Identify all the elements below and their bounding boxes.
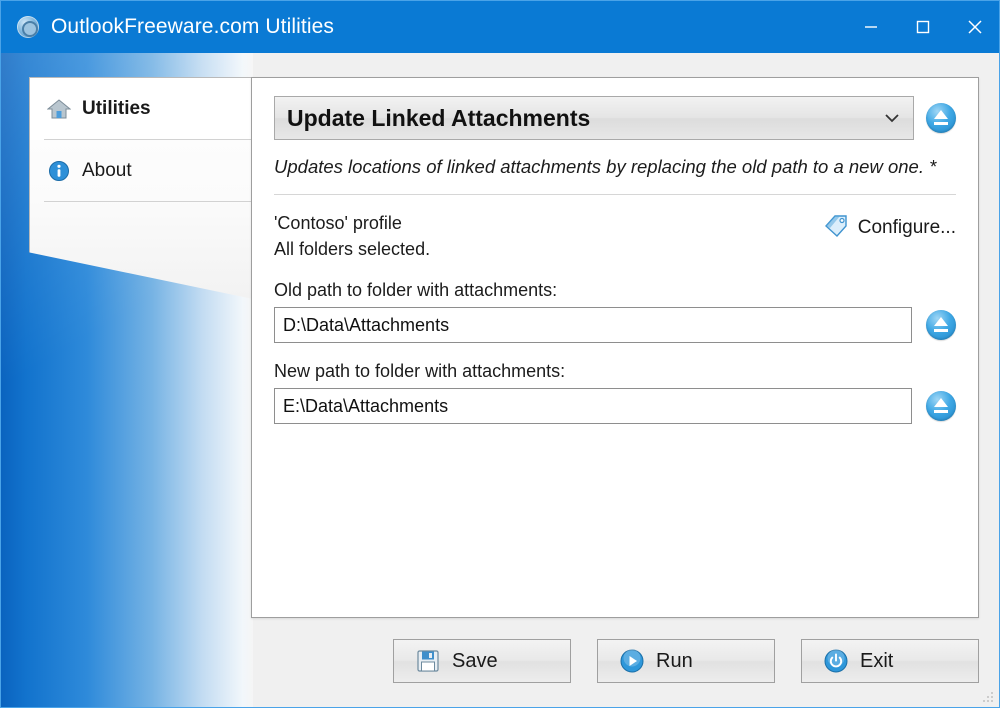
maximize-button[interactable] [897,1,949,53]
home-icon [46,98,72,120]
profile-folders: All folders selected. [274,238,431,259]
save-button-label: Save [452,649,498,672]
run-button[interactable]: Run [597,639,775,683]
run-button-label: Run [656,649,693,672]
power-circle-icon [824,649,848,673]
close-button[interactable] [949,1,999,53]
exit-button-label: Exit [860,649,894,672]
profile-name: 'Contoso' profile [274,213,402,234]
sidebar-item-about-label: About [82,160,132,181]
utility-select-value: Update Linked Attachments [287,104,591,131]
minimize-icon [865,26,877,28]
new-path-input[interactable] [274,388,912,425]
sidebar-item-about[interactable]: About [30,140,253,202]
old-path-input[interactable] [274,307,912,344]
sidebar-item-utilities[interactable]: Utilities [30,78,253,140]
old-path-label: Old path to folder with attachments: [274,280,558,301]
application-window: OutlookFreeware.com Utilities Utilities … [0,0,1000,708]
close-icon [968,20,982,34]
profile-info: 'Contoso' profile All folders selected. [274,211,430,262]
new-path-block: New path to folder with attachments: [274,361,956,425]
maximize-icon [916,20,930,34]
resize-grip[interactable] [981,690,995,704]
new-path-label: New path to folder with attachments: [274,361,566,382]
utility-description: Updates locations of linked attachments … [274,156,937,177]
floppy-disk-icon [416,649,440,673]
minimize-button[interactable] [845,1,897,53]
description-divider [274,194,956,196]
window-title: OutlookFreeware.com Utilities [51,15,334,38]
profile-row: 'Contoso' profile All folders selected. … [274,211,956,262]
configure-link[interactable]: Configure... [824,211,956,242]
app-circle-icon [17,16,39,38]
tag-icon [824,213,850,242]
window-controls [845,1,999,53]
sidebar-item-utilities-label: Utilities [82,98,151,119]
old-path-browse-button[interactable] [926,310,956,341]
main-panel: Update Linked Attachments Updates locati… [251,77,979,618]
utility-select-row: Update Linked Attachments [274,96,956,140]
old-path-block: Old path to folder with attachments: [274,280,956,344]
play-circle-icon [620,649,644,673]
info-icon [46,160,72,182]
new-path-browse-button[interactable] [926,391,956,422]
title-bar: OutlookFreeware.com Utilities [1,1,999,53]
button-bar: Save Run Exit [251,637,979,685]
configure-label: Configure... [857,216,956,238]
exit-button[interactable]: Exit [801,639,979,683]
chevron-down-icon [881,111,903,125]
save-button[interactable]: Save [393,639,571,683]
utility-select-eject-button[interactable] [926,103,956,133]
utility-select[interactable]: Update Linked Attachments [274,96,914,140]
